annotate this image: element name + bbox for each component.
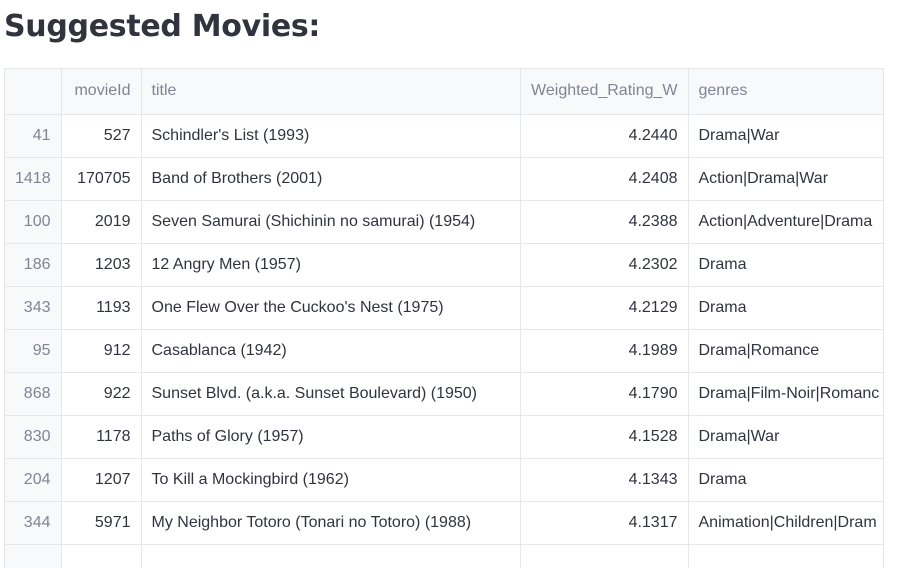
movieid-cell[interactable]: 527 bbox=[61, 114, 142, 158]
movieid-cell[interactable]: 1193 bbox=[61, 286, 142, 330]
genres-cell bbox=[688, 544, 883, 568]
row-index-cell[interactable]: 204 bbox=[5, 458, 62, 502]
row-index-cell[interactable]: 41 bbox=[5, 114, 62, 158]
title-cell[interactable]: Sunset Blvd. (a.k.a. Sunset Boulevard) (… bbox=[141, 372, 521, 416]
movies-table: movieId title Weighted_Rating_W genres 4… bbox=[5, 69, 883, 568]
weighted-rating-cell[interactable]: 4.2388 bbox=[520, 200, 689, 244]
title-cell[interactable]: Band of Brothers (2001) bbox=[141, 157, 521, 201]
row-index-cell[interactable]: 186 bbox=[5, 243, 62, 287]
table-row[interactable]: 204 1207 To Kill a Mockingbird (1962) 4.134… bbox=[5, 458, 883, 502]
table-row[interactable]: 868 922 Sunset Blvd. (a.k.a. Sunset Boulev… bbox=[5, 372, 883, 416]
genres-cell[interactable]: Action|Drama|War bbox=[688, 157, 883, 201]
genres-cell[interactable]: Drama bbox=[688, 243, 883, 287]
title-cell[interactable]: Schindler's List (1993) bbox=[141, 114, 521, 158]
genres-cell[interactable]: Action|Adventure|Drama bbox=[688, 200, 883, 244]
genres-cell[interactable]: Drama|War bbox=[688, 114, 883, 158]
title-cell[interactable]: 12 Angry Men (1957) bbox=[141, 243, 521, 287]
weighted-rating-cell[interactable]: 4.2440 bbox=[520, 114, 689, 158]
movieid-cell[interactable]: 5971 bbox=[61, 501, 142, 545]
title-cell[interactable]: Paths of Glory (1957) bbox=[141, 415, 521, 459]
column-header-index[interactable] bbox=[5, 69, 62, 115]
title-cell[interactable]: Seven Samurai (Shichinin no samurai) (19… bbox=[141, 200, 521, 244]
title-cell[interactable]: One Flew Over the Cuckoo's Nest (1975) bbox=[141, 286, 521, 330]
data-grid[interactable]: movieId title Weighted_Rating_W genres 4… bbox=[4, 68, 884, 568]
page: Suggested Movies: movieId title Weighted… bbox=[0, 0, 898, 577]
movieid-cell[interactable]: 170705 bbox=[61, 157, 142, 201]
weighted-rating-cell[interactable]: 4.1989 bbox=[520, 329, 689, 373]
movieid-cell[interactable]: 912 bbox=[61, 329, 142, 373]
movieid-cell[interactable]: 1203 bbox=[61, 243, 142, 287]
movieid-cell[interactable]: 1207 bbox=[61, 458, 142, 502]
movieid-cell bbox=[61, 544, 142, 568]
page-title: Suggested Movies: bbox=[4, 9, 321, 44]
table-row[interactable]: 830 1178 Paths of Glory (1957) 4.1528 Drama|… bbox=[5, 415, 883, 459]
table-row[interactable]: 95 912 Casablanca (1942) 4.1989 Drama|Romanc… bbox=[5, 329, 883, 373]
genres-cell[interactable]: Drama bbox=[688, 458, 883, 502]
title-cell[interactable]: My Neighbor Totoro (Tonari no Totoro) (1… bbox=[141, 501, 521, 545]
genres-cell[interactable]: Drama|War bbox=[688, 415, 883, 459]
weighted-rating-cell bbox=[520, 544, 689, 568]
column-header-movieid[interactable]: movieId bbox=[61, 69, 142, 115]
row-index-cell[interactable]: 344 bbox=[5, 501, 62, 545]
column-header-title[interactable]: title bbox=[141, 69, 521, 115]
genres-cell[interactable]: Drama bbox=[688, 286, 883, 330]
movieid-cell[interactable]: 922 bbox=[61, 372, 142, 416]
table-row[interactable]: 343 1193 One Flew Over the Cuckoo's Nest (… bbox=[5, 286, 883, 330]
row-index-cell[interactable]: 868 bbox=[5, 372, 62, 416]
weighted-rating-cell[interactable]: 4.2129 bbox=[520, 286, 689, 330]
row-index-cell[interactable]: 830 bbox=[5, 415, 62, 459]
table-row[interactable]: 41 527 Schindler's List (1993) 4.2440 Drama|… bbox=[5, 114, 883, 158]
table-row[interactable]: 186 1203 12 Angry Men (1957) 4.2302 Drama bbox=[5, 243, 883, 287]
weighted-rating-cell[interactable]: 4.2302 bbox=[520, 243, 689, 287]
row-index-cell[interactable]: 100 bbox=[5, 200, 62, 244]
weighted-rating-cell[interactable]: 4.1343 bbox=[520, 458, 689, 502]
table-row-partial bbox=[5, 544, 883, 568]
header-row: movieId title Weighted_Rating_W genres bbox=[5, 69, 883, 115]
table-row[interactable]: 344 5971 My Neighbor Totoro (Tonari no Tot… bbox=[5, 501, 883, 545]
weighted-rating-cell[interactable]: 4.1528 bbox=[520, 415, 689, 459]
row-index-cell bbox=[5, 544, 62, 568]
weighted-rating-cell[interactable]: 4.2408 bbox=[520, 157, 689, 201]
genres-cell[interactable]: Drama|Romance bbox=[688, 329, 883, 373]
title-cell[interactable]: To Kill a Mockingbird (1962) bbox=[141, 458, 521, 502]
column-header-genres[interactable]: genres bbox=[688, 69, 883, 115]
column-header-weighted-rating[interactable]: Weighted_Rating_W bbox=[520, 69, 689, 115]
movieid-cell[interactable]: 1178 bbox=[61, 415, 142, 459]
table-row[interactable]: 100 2019 Seven Samurai (Shichinin no samur… bbox=[5, 200, 883, 244]
table-body: 41 527 Schindler's List (1993) 4.2440 Drama|… bbox=[5, 114, 883, 568]
weighted-rating-cell[interactable]: 4.1317 bbox=[520, 501, 689, 545]
row-index-cell[interactable]: 1418 bbox=[5, 157, 62, 201]
movieid-cell[interactable]: 2019 bbox=[61, 200, 142, 244]
table-header: movieId title Weighted_Rating_W genres bbox=[5, 69, 883, 115]
title-cell[interactable]: Casablanca (1942) bbox=[141, 329, 521, 373]
row-index-cell[interactable]: 343 bbox=[5, 286, 62, 330]
weighted-rating-cell[interactable]: 4.1790 bbox=[520, 372, 689, 416]
genres-cell[interactable]: Drama|Film-Noir|Romanc bbox=[688, 372, 883, 416]
title-cell bbox=[141, 544, 521, 568]
row-index-cell[interactable]: 95 bbox=[5, 329, 62, 373]
genres-cell[interactable]: Animation|Children|Dram bbox=[688, 501, 883, 545]
table-row[interactable]: 1418 170705 Band of Brothers (2001) 4.2408 A… bbox=[5, 157, 883, 201]
